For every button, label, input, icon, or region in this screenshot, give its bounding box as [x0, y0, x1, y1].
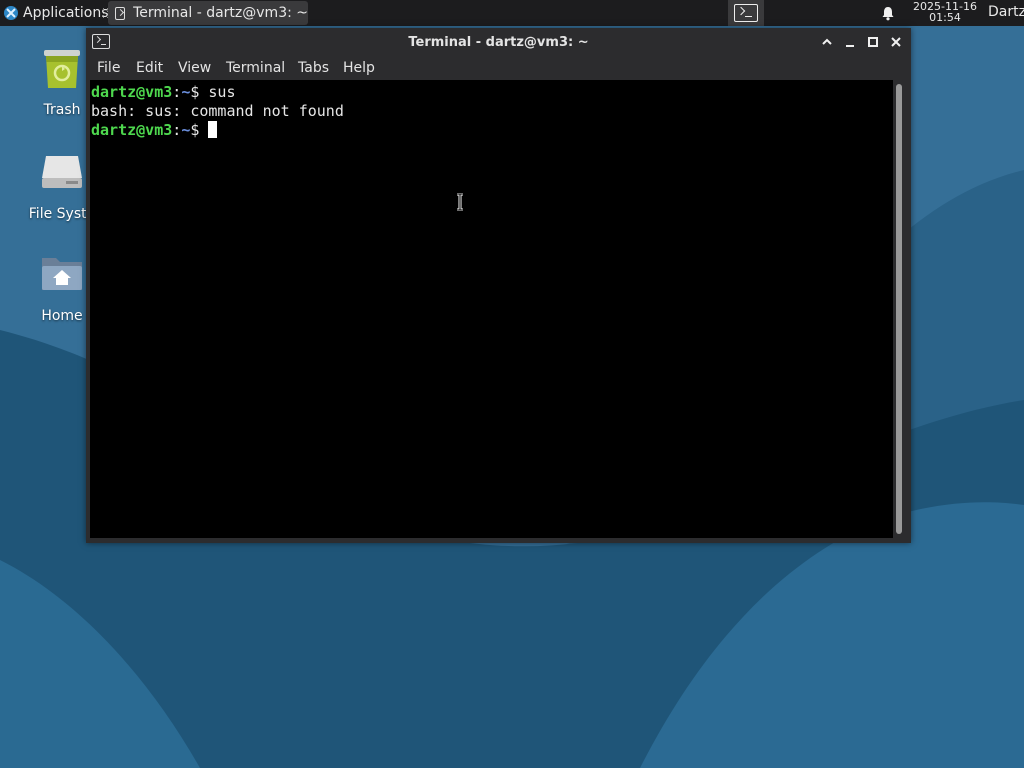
- prompt-user: dartz@vm3: [91, 121, 173, 139]
- terminal-output[interactable]: dartz@vm3:~$ sus bash: sus: command not …: [90, 80, 893, 538]
- trash-icon: [44, 50, 80, 88]
- ibeam-cursor-icon: [457, 193, 463, 211]
- user-menu[interactable]: Dartz: [988, 4, 1024, 20]
- close-icon: [891, 37, 901, 47]
- prompt-path: ~: [181, 83, 191, 101]
- xfce-logo-icon: [4, 6, 18, 20]
- prompt-separator: :: [172, 121, 182, 139]
- scrollbar-thumb[interactable]: [896, 84, 902, 534]
- close-button[interactable]: [888, 34, 904, 50]
- menu-terminal[interactable]: Terminal: [226, 60, 285, 76]
- menu-view[interactable]: View: [178, 60, 211, 76]
- applications-label: Applications: [23, 5, 109, 21]
- maximize-button[interactable]: [865, 34, 881, 50]
- terminal-line: bash: sus: command not found: [91, 102, 893, 121]
- clock[interactable]: 2025-11-16 01:54: [908, 1, 982, 25]
- minimize-button[interactable]: [842, 34, 858, 50]
- command-text: sus: [208, 83, 236, 101]
- prompt-separator: :: [172, 83, 182, 101]
- taskbar-terminal-label: Terminal - dartz@vm3: ~: [133, 5, 308, 21]
- terminal-scrollbar[interactable]: [894, 82, 904, 538]
- menu-bar: File Edit View Terminal Tabs Help: [86, 56, 911, 80]
- menu-file[interactable]: File: [97, 60, 120, 76]
- menu-tabs[interactable]: Tabs: [298, 60, 329, 76]
- terminal-icon: [115, 6, 126, 20]
- clock-time: 01:54: [929, 11, 961, 24]
- prompt-user: dartz@vm3: [91, 83, 173, 101]
- prompt-path: ~: [181, 121, 191, 139]
- terminal-window: Terminal - dartz@vm3: ~ File Edit View T…: [86, 28, 911, 543]
- applications-menu-button[interactable]: Applications: [0, 0, 109, 26]
- prompt-dollar: $: [190, 121, 209, 139]
- minimize-icon: [846, 45, 854, 47]
- top-panel: Applications Terminal - dartz@vm3: ~ 202…: [0, 0, 1024, 26]
- terminal-line: dartz@vm3:~$ sus: [91, 83, 893, 102]
- menu-edit[interactable]: Edit: [136, 60, 163, 76]
- text-cursor: [208, 121, 218, 138]
- taskbar-terminal-button[interactable]: Terminal - dartz@vm3: ~: [108, 1, 308, 25]
- error-output: bash: sus: command not found: [91, 102, 344, 120]
- maximize-icon: [868, 37, 878, 47]
- drive-icon: [42, 156, 82, 188]
- bell-icon[interactable]: [880, 5, 896, 21]
- roll-up-button[interactable]: [819, 34, 835, 50]
- home-folder-icon: [42, 258, 82, 290]
- prompt-dollar: $: [190, 83, 209, 101]
- window-titlebar[interactable]: Terminal - dartz@vm3: ~: [86, 28, 911, 56]
- terminal-line: dartz@vm3:~$: [91, 121, 893, 140]
- terminal-launcher-icon: [734, 4, 758, 22]
- menu-help[interactable]: Help: [343, 60, 375, 76]
- chevron-up-icon: [822, 38, 832, 45]
- window-title: Terminal - dartz@vm3: ~: [408, 35, 589, 50]
- terminal-launcher-button[interactable]: [728, 0, 764, 26]
